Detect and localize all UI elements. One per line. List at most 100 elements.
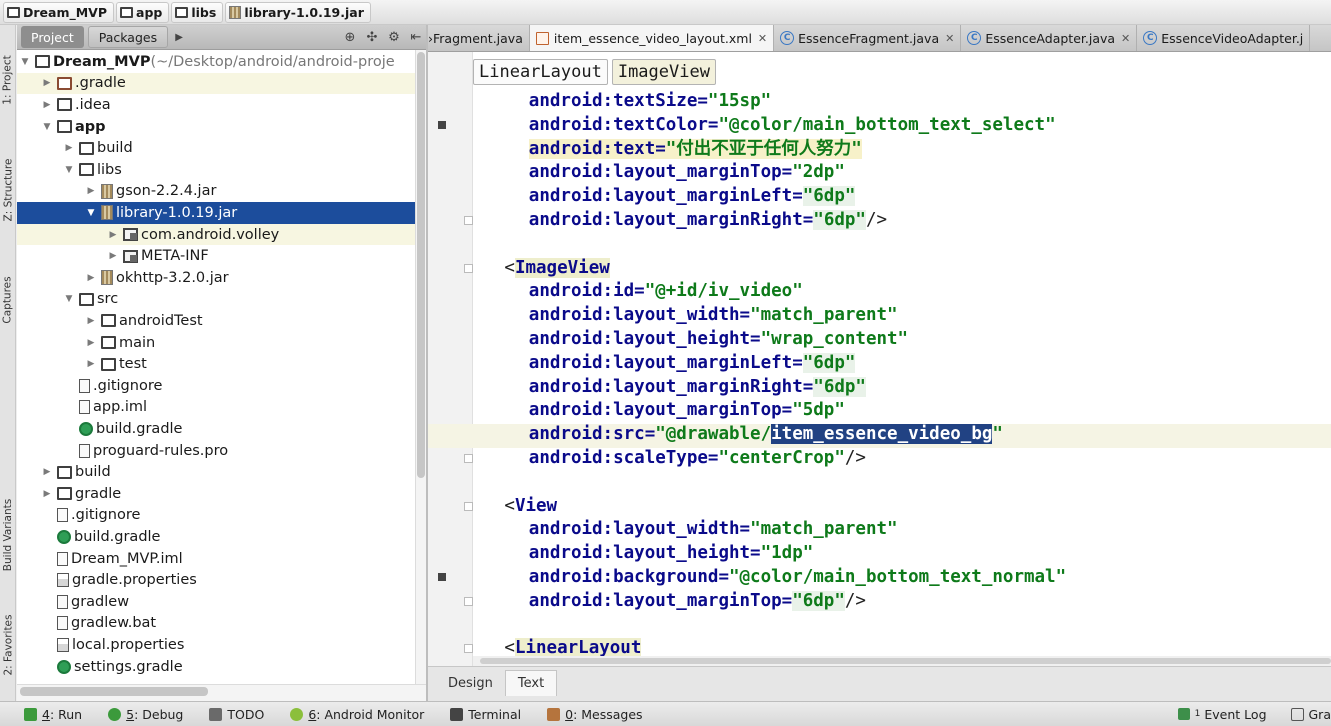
gear-icon[interactable]: ⚙ bbox=[383, 26, 405, 48]
close-icon[interactable]: ✕ bbox=[945, 32, 954, 45]
collapsed-arrow-icon[interactable]: ▶ bbox=[41, 100, 53, 110]
expanded-arrow-icon[interactable]: ▼ bbox=[63, 294, 75, 304]
code-token: View bbox=[514, 495, 558, 516]
tree-node[interactable]: gradle.properties bbox=[17, 569, 415, 591]
tool-window-button[interactable]: 6: Android Monitor bbox=[290, 702, 424, 726]
collapsed-arrow-icon[interactable]: ▶ bbox=[85, 359, 97, 369]
tree-node[interactable]: app.iml bbox=[17, 397, 415, 419]
tree-node[interactable]: build.gradle bbox=[17, 526, 415, 548]
breadcrumb-libs[interactable]: libs bbox=[171, 1, 224, 23]
tab-packages[interactable]: Packages bbox=[87, 26, 169, 48]
scroll-from-source-icon[interactable]: ⊕ bbox=[339, 26, 361, 48]
tree-node[interactable]: .gitignore bbox=[17, 375, 415, 397]
editor-horizontal-scroll-thumb[interactable] bbox=[480, 658, 1331, 664]
editor-gutter[interactable] bbox=[428, 52, 473, 666]
tree-node[interactable]: .gitignore bbox=[17, 505, 415, 527]
expanded-arrow-icon[interactable]: ▼ bbox=[63, 165, 75, 175]
editor-tab[interactable]: C EssenceFragment.java ✕ bbox=[774, 25, 962, 51]
tree-node[interactable]: build.gradle bbox=[17, 418, 415, 440]
expanded-arrow-icon[interactable]: ▼ bbox=[41, 122, 53, 132]
tree-horizontal-scroll-thumb[interactable] bbox=[20, 687, 208, 696]
collapsed-arrow-icon[interactable]: ▶ bbox=[85, 338, 97, 348]
collapsed-arrow-icon[interactable]: ▶ bbox=[85, 273, 97, 283]
tree-node[interactable]: gradlew bbox=[17, 591, 415, 613]
fold-marker-icon[interactable] bbox=[464, 596, 473, 606]
tree-vertical-scroll-thumb[interactable] bbox=[417, 52, 425, 478]
tree-node[interactable]: ▼ libs bbox=[17, 159, 415, 181]
editor-tab[interactable]: C EssenceAdapter.java ✕ bbox=[961, 25, 1138, 51]
tool-window-button[interactable]: 4: Run bbox=[24, 702, 82, 726]
tree-node[interactable]: ▼ library-1.0.19.jar bbox=[17, 202, 415, 224]
tree-node[interactable]: ▶ .gradle bbox=[17, 72, 415, 95]
gradle-icon bbox=[57, 659, 71, 674]
tool-tab-favorites[interactable]: 2: Favorites bbox=[0, 605, 18, 685]
xml-breadcrumb-linearlayout[interactable]: LinearLayout bbox=[473, 59, 608, 85]
editor-tab[interactable]: C EssenceVideoAdapter.j bbox=[1137, 25, 1311, 51]
collapsed-arrow-icon[interactable]: ▶ bbox=[63, 143, 75, 153]
tree-node[interactable]: proguard-rules.pro bbox=[17, 440, 415, 462]
tree-node[interactable]: ▶ gson-2.2.4.jar bbox=[17, 181, 415, 203]
chevron-right-icon[interactable]: ▶ bbox=[168, 26, 190, 48]
collapse-all-icon[interactable]: ✣ bbox=[361, 26, 383, 48]
collapsed-arrow-icon[interactable]: ▶ bbox=[41, 467, 53, 477]
collapsed-arrow-icon[interactable]: ▶ bbox=[85, 186, 97, 196]
expanded-arrow-icon[interactable]: ▼ bbox=[19, 57, 31, 67]
tree-node-label: gson-2.2.4.jar bbox=[116, 183, 217, 200]
tree-node[interactable]: gradlew.bat bbox=[17, 613, 415, 635]
breadcrumb-project[interactable]: Dream_MVP bbox=[3, 1, 115, 23]
collapsed-arrow-icon[interactable]: ▶ bbox=[107, 230, 119, 240]
xml-breadcrumb-imageview[interactable]: ImageView bbox=[611, 59, 716, 85]
code-token: "match_parent" bbox=[750, 305, 898, 326]
collapsed-arrow-icon[interactable]: ▶ bbox=[107, 251, 119, 261]
breadcrumb-app[interactable]: app bbox=[116, 1, 170, 23]
tab-project[interactable]: Project bbox=[21, 26, 84, 48]
tree-node[interactable]: ▶ okhttp-3.2.0.jar bbox=[17, 267, 415, 289]
hide-panel-icon[interactable]: ⇤ bbox=[405, 26, 427, 48]
tab-label: Packages bbox=[98, 29, 158, 45]
tool-tab-build-variants[interactable]: Build Variants bbox=[0, 485, 18, 585]
tree-node[interactable]: ▶ androidTest bbox=[17, 310, 415, 332]
tree-node[interactable]: ▼ Dream_MVP (~/Desktop/android/android-pr… bbox=[17, 51, 415, 73]
color-marker-icon[interactable] bbox=[438, 120, 446, 129]
fold-marker-icon[interactable] bbox=[464, 454, 473, 463]
event-log-button[interactable]: 1 Event Log bbox=[1177, 702, 1267, 726]
tool-tab-captures[interactable]: Captures bbox=[0, 265, 18, 335]
editor-tab[interactable]: item_essence_video_layout.xml ✕ bbox=[529, 25, 775, 51]
color-marker-icon[interactable] bbox=[438, 573, 446, 581]
tree-node[interactable]: ▼ src bbox=[17, 289, 415, 311]
fold-marker-icon[interactable] bbox=[464, 263, 473, 273]
tree-node[interactable]: ▶ test bbox=[17, 353, 415, 375]
expanded-arrow-icon[interactable]: ▼ bbox=[85, 208, 97, 218]
fold-marker-icon[interactable] bbox=[464, 501, 473, 511]
tool-window-button[interactable]: 0: Messages bbox=[547, 702, 643, 726]
tree-node[interactable]: ▶ .idea bbox=[17, 94, 415, 116]
tool-window-button[interactable]: TODO bbox=[209, 702, 264, 726]
editor-tab[interactable]: ›Fragment.java bbox=[428, 25, 530, 51]
tree-node[interactable]: ▶ com.android.volley bbox=[17, 223, 415, 246]
fold-marker-icon[interactable] bbox=[464, 644, 473, 654]
close-icon[interactable]: ✕ bbox=[758, 32, 767, 45]
fold-marker-icon[interactable] bbox=[464, 216, 473, 225]
tree-node[interactable]: ▶ main bbox=[17, 332, 415, 354]
gradle-button[interactable]: Gra bbox=[1290, 702, 1331, 726]
tree-node[interactable]: ▶ build bbox=[17, 461, 415, 483]
close-icon[interactable]: ✕ bbox=[1121, 32, 1130, 45]
tab-design[interactable]: Design bbox=[436, 670, 505, 696]
tree-node[interactable]: ▶ build bbox=[17, 137, 415, 159]
tree-node[interactable]: local.properties bbox=[17, 634, 415, 656]
tool-tab-project[interactable]: 1: Project bbox=[0, 45, 18, 115]
tree-node[interactable]: ▶ gradle bbox=[17, 483, 415, 505]
breadcrumb-jar[interactable]: library-1.0.19.jar bbox=[225, 1, 371, 23]
collapsed-arrow-icon[interactable]: ▶ bbox=[85, 316, 97, 326]
project-tree[interactable]: ▼ Dream_MVP (~/Desktop/android/android-pr… bbox=[17, 50, 415, 684]
tab-text[interactable]: Text bbox=[504, 670, 558, 696]
tool-window-button[interactable]: Terminal bbox=[450, 702, 521, 726]
tool-tab-structure[interactable]: Z: Structure bbox=[0, 145, 18, 235]
tree-node[interactable]: settings.gradle bbox=[17, 656, 415, 678]
tree-node[interactable]: ▶ META-INF bbox=[17, 245, 415, 267]
tool-window-button[interactable]: 5: Debug bbox=[108, 702, 183, 726]
collapsed-arrow-icon[interactable]: ▶ bbox=[41, 78, 53, 88]
collapsed-arrow-icon[interactable]: ▶ bbox=[41, 489, 53, 499]
tree-node[interactable]: Dream_MVP.iml bbox=[17, 548, 415, 570]
tree-node[interactable]: ▼ app bbox=[17, 116, 415, 138]
